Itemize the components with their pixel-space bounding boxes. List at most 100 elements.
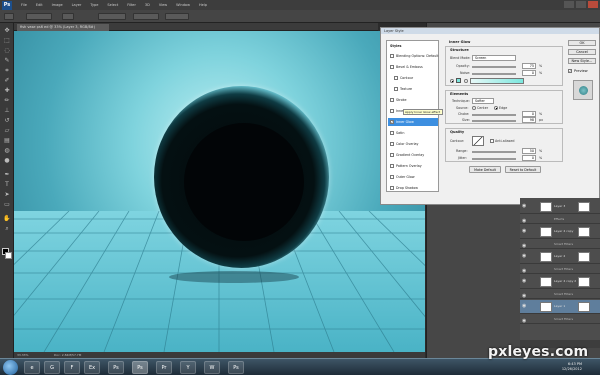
opacity-field[interactable]: 75 [522, 63, 536, 69]
tool-preset-button[interactable] [4, 13, 14, 20]
layer-row[interactable]: ◉ Layer 1 [520, 300, 600, 314]
layer-row[interactable]: ◉ Layer 2 [520, 250, 600, 264]
range-field[interactable]: 50 [522, 148, 536, 154]
option-button[interactable] [98, 13, 126, 20]
document-tab[interactable]: fish vase ps6 ed @ 33% (Layer 3, RGB/8#) [17, 24, 109, 31]
glow-gradient-picker[interactable] [470, 78, 524, 84]
jitter-field[interactable]: 0 [522, 155, 536, 161]
style-checkbox[interactable] [390, 153, 394, 157]
style-checkbox[interactable] [390, 109, 394, 113]
zoom-tool-icon[interactable]: ⌕ [3, 225, 11, 232]
eye-icon[interactable]: ◉ [522, 268, 528, 274]
style-checkbox[interactable] [394, 87, 398, 91]
eye-icon[interactable]: ◉ [522, 303, 528, 309]
glow-color-swatch[interactable] [456, 78, 461, 83]
technique-select[interactable]: Softer [472, 98, 494, 104]
style-checkbox[interactable]: ✓ [390, 120, 394, 124]
option-button[interactable] [26, 13, 52, 20]
source-edge-radio[interactable] [494, 106, 498, 110]
style-item[interactable]: Drop Shadow [388, 184, 438, 192]
jitter-slider[interactable] [472, 158, 516, 160]
eye-icon[interactable]: ◉ [522, 318, 528, 324]
menu-3d[interactable]: 3D [145, 3, 150, 7]
size-slider[interactable] [472, 120, 516, 122]
noise-slider[interactable] [472, 73, 516, 75]
hand-tool-icon[interactable]: ✋ [3, 215, 11, 222]
reset-default-button[interactable]: Reset to Default [505, 166, 541, 173]
cancel-button[interactable]: Cancel [568, 49, 596, 55]
menu-view[interactable]: View [159, 3, 167, 7]
menu-window[interactable]: Window [176, 3, 190, 7]
eye-icon[interactable]: ◉ [522, 278, 528, 284]
taskbar-photoshop-icon[interactable]: Ps [132, 361, 148, 374]
menu-file[interactable]: File [21, 3, 27, 7]
stamp-tool-icon[interactable]: ⊥ [3, 107, 11, 114]
pen-tool-icon[interactable]: ✒ [3, 171, 11, 178]
style-item[interactable]: Color Overlay [388, 140, 438, 148]
document-canvas[interactable] [14, 31, 425, 352]
style-checkbox[interactable] [394, 76, 398, 80]
crop-tool-icon[interactable]: ⌗ [3, 67, 11, 74]
menu-help[interactable]: Help [199, 3, 207, 7]
new-style-button[interactable]: New Style... [568, 58, 596, 64]
menu-image[interactable]: Image [52, 3, 63, 7]
eye-icon[interactable]: ◉ [522, 203, 528, 209]
eye-icon[interactable]: ◉ [522, 228, 528, 234]
gradient-radio[interactable] [464, 79, 468, 83]
choke-slider[interactable] [472, 114, 516, 116]
style-item[interactable]: ✓ Inner Glow [388, 118, 438, 126]
taskbar-clock[interactable]: 6:43 PM 12/26/2012 [562, 362, 582, 372]
menu-layer[interactable]: Layer [72, 3, 82, 7]
layer-effects-row[interactable]: ◉ Effects [520, 215, 600, 224]
option-button[interactable] [133, 13, 159, 20]
style-checkbox[interactable] [390, 164, 394, 168]
path-select-tool-icon[interactable]: ➤ [3, 191, 11, 198]
style-item[interactable]: Blending Options: Default [388, 52, 438, 60]
background-color-swatch[interactable] [5, 252, 12, 259]
dodge-tool-icon[interactable]: ● [3, 157, 11, 164]
color-radio[interactable] [450, 79, 454, 83]
maximize-button[interactable] [576, 1, 586, 8]
taskbar-firefox-icon[interactable]: F [64, 361, 80, 374]
eye-icon[interactable]: ◉ [522, 243, 528, 249]
blur-tool-icon[interactable]: ◍ [3, 147, 11, 154]
option-button[interactable] [165, 13, 189, 20]
blend-mode-select[interactable]: Screen [472, 55, 516, 61]
start-button[interactable] [3, 360, 18, 375]
layer-row[interactable]: ◉ Layer 3 [520, 200, 600, 214]
eraser-tool-icon[interactable]: ▱ [3, 127, 11, 134]
option-button[interactable] [62, 13, 74, 20]
taskbar-app-icon[interactable]: W [204, 361, 220, 374]
menu-type[interactable]: Type [90, 3, 98, 7]
style-checkbox[interactable] [390, 175, 394, 179]
move-tool-icon[interactable]: ✥ [3, 27, 11, 34]
noise-field[interactable]: 0 [522, 70, 536, 76]
style-checkbox[interactable] [390, 131, 394, 135]
style-item[interactable]: Satin [388, 129, 438, 137]
taskbar-app-icon[interactable]: Ps [228, 361, 244, 374]
style-item[interactable]: Stroke [388, 96, 438, 104]
anti-aliased-checkbox[interactable] [490, 139, 494, 143]
style-item[interactable]: Bevel & Emboss [388, 63, 438, 71]
eye-icon[interactable]: ◉ [522, 253, 528, 259]
zoom-level[interactable]: 33.33% [17, 353, 28, 357]
minimize-button[interactable] [564, 1, 574, 8]
menu-select[interactable]: Select [107, 3, 118, 7]
contour-picker[interactable] [472, 136, 484, 146]
style-item[interactable]: Contour [388, 74, 438, 82]
marquee-tool-icon[interactable]: ⬚ [3, 37, 11, 44]
eye-icon[interactable]: ◉ [522, 293, 528, 299]
style-checkbox[interactable] [390, 65, 394, 69]
menu-filter[interactable]: Filter [127, 3, 136, 7]
type-tool-icon[interactable]: T [3, 181, 11, 188]
layer-effects-row[interactable]: ◉ Smart Filters [520, 315, 600, 324]
ok-button[interactable]: OK [568, 40, 596, 46]
gradient-tool-icon[interactable]: ▤ [3, 137, 11, 144]
healing-tool-icon[interactable]: ✚ [3, 87, 11, 94]
make-default-button[interactable]: Make Default [469, 166, 501, 173]
layer-row[interactable]: ◉ Layer 4 copy 2 [520, 275, 600, 289]
menu-edit[interactable]: Edit [36, 3, 43, 7]
style-item[interactable]: Pattern Overlay [388, 162, 438, 170]
style-checkbox[interactable] [390, 186, 394, 190]
opacity-slider[interactable] [472, 66, 516, 68]
